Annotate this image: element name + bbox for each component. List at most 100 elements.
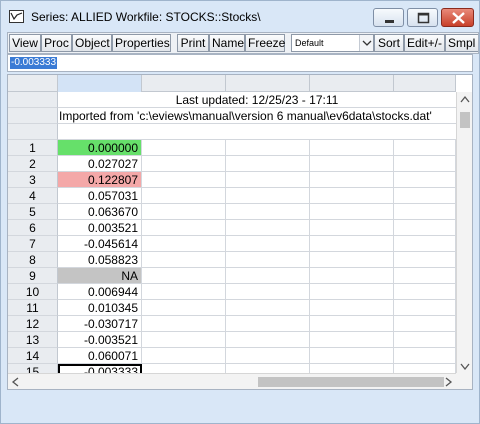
empty-cell[interactable] — [394, 156, 456, 172]
empty-cell[interactable] — [226, 284, 310, 300]
series-value-cell[interactable]: 0.006944 — [58, 284, 142, 300]
empty-cell[interactable] — [142, 348, 226, 364]
empty-cell[interactable] — [226, 316, 310, 332]
scroll-left-icon[interactable] — [11, 377, 19, 387]
empty-cell[interactable] — [142, 188, 226, 204]
empty-cell[interactable] — [142, 236, 226, 252]
series-value-cell[interactable]: 0.060071 — [58, 348, 142, 364]
series-value-cell[interactable]: 0.010345 — [58, 300, 142, 316]
empty-cell[interactable] — [226, 172, 310, 188]
corner-header[interactable] — [8, 75, 58, 92]
row-number[interactable]: 1 — [8, 140, 58, 156]
empty-cell[interactable] — [142, 140, 226, 156]
series-value-cell[interactable]: 0.058823 — [58, 252, 142, 268]
empty-cell[interactable] — [142, 316, 226, 332]
empty-cell[interactable] — [142, 268, 226, 284]
sort-button[interactable]: Sort — [374, 34, 404, 52]
empty-cell[interactable] — [226, 236, 310, 252]
empty-cell[interactable] — [226, 300, 310, 316]
print-button[interactable]: Print — [177, 34, 209, 52]
properties-button[interactable]: Properties — [112, 34, 171, 52]
empty-cell[interactable] — [394, 284, 456, 300]
proc-button[interactable]: Proc — [41, 34, 72, 52]
empty-cell[interactable] — [142, 284, 226, 300]
scroll-down-icon[interactable] — [460, 362, 470, 370]
row-number[interactable]: 6 — [8, 220, 58, 236]
name-button[interactable]: Name — [209, 34, 245, 52]
freeze-button[interactable]: Freeze — [245, 34, 285, 52]
empty-cell[interactable] — [142, 252, 226, 268]
series-value-cell[interactable]: -0.003521 — [58, 332, 142, 348]
empty-cell[interactable] — [310, 252, 394, 268]
scroll-up-icon[interactable] — [460, 95, 470, 103]
row-number[interactable]: 3 — [8, 172, 58, 188]
column-header-series[interactable] — [58, 75, 142, 92]
spreadsheet-grid[interactable]: Last updated: 12/25/23 - 17:11 Imported … — [7, 74, 473, 390]
empty-cell[interactable] — [394, 188, 456, 204]
empty-cell[interactable] — [226, 188, 310, 204]
empty-cell[interactable] — [394, 348, 456, 364]
horizontal-scroll-thumb[interactable] — [258, 377, 444, 387]
close-button[interactable] — [441, 8, 474, 27]
series-value-cell[interactable]: -0.045614 — [58, 236, 142, 252]
empty-cell[interactable] — [142, 300, 226, 316]
empty-cell[interactable] — [394, 316, 456, 332]
cell-edit-value[interactable]: -0.003333 — [10, 57, 58, 69]
maximize-button[interactable] — [407, 8, 438, 27]
minimize-button[interactable] — [373, 8, 404, 27]
empty-cell[interactable] — [394, 204, 456, 220]
empty-cell[interactable] — [394, 172, 456, 188]
empty-cell[interactable] — [142, 332, 226, 348]
empty-cell[interactable] — [310, 140, 394, 156]
series-value-cell[interactable]: 0.057031 — [58, 188, 142, 204]
series-value-cell[interactable]: 0.063670 — [58, 204, 142, 220]
empty-cell[interactable] — [310, 188, 394, 204]
empty-cell[interactable] — [310, 156, 394, 172]
series-value-cell[interactable]: NA — [58, 268, 142, 284]
empty-cell[interactable] — [142, 220, 226, 236]
empty-cell[interactable] — [310, 236, 394, 252]
series-value-cell[interactable]: 0.003521 — [58, 220, 142, 236]
empty-cell[interactable] — [226, 156, 310, 172]
series-value-cell[interactable]: 0.000000 — [58, 140, 142, 156]
empty-cell[interactable] — [394, 332, 456, 348]
vertical-scrollbar[interactable] — [456, 92, 472, 373]
row-number[interactable]: 11 — [8, 300, 58, 316]
empty-cell[interactable] — [226, 268, 310, 284]
empty-cell[interactable] — [310, 268, 394, 284]
empty-cell[interactable] — [310, 348, 394, 364]
column-header[interactable] — [142, 75, 226, 92]
title-bar[interactable]: Series: ALLIED Workfile: STOCKS::Stocks\ — [1, 1, 479, 32]
scroll-right-icon[interactable] — [445, 377, 453, 387]
series-value-cell[interactable]: 0.122807 — [58, 172, 142, 188]
view-button[interactable]: View — [9, 34, 41, 52]
horizontal-scrollbar[interactable] — [8, 373, 456, 389]
empty-cell[interactable] — [310, 284, 394, 300]
empty-cell[interactable] — [226, 220, 310, 236]
empty-cell[interactable] — [310, 172, 394, 188]
row-number[interactable]: 13 — [8, 332, 58, 348]
empty-cell[interactable] — [310, 220, 394, 236]
empty-cell[interactable] — [226, 140, 310, 156]
vertical-scroll-thumb[interactable] — [460, 112, 470, 128]
series-value-cell[interactable]: -0.030717 — [58, 316, 142, 332]
object-button[interactable]: Object — [72, 34, 112, 52]
empty-cell[interactable] — [142, 156, 226, 172]
empty-cell[interactable] — [394, 300, 456, 316]
series-value-cell[interactable]: 0.027027 — [58, 156, 142, 172]
empty-cell[interactable] — [394, 140, 456, 156]
row-number[interactable]: 8 — [8, 252, 58, 268]
format-select[interactable]: Default — [291, 34, 374, 52]
empty-cell[interactable] — [310, 204, 394, 220]
row-number[interactable]: 10 — [8, 284, 58, 300]
empty-cell[interactable] — [142, 172, 226, 188]
edit-toggle-button[interactable]: Edit+/- — [404, 34, 445, 52]
row-number[interactable]: 14 — [8, 348, 58, 364]
row-number[interactable]: 7 — [8, 236, 58, 252]
cell-edit-field[interactable]: -0.003333 — [7, 54, 473, 72]
row-number[interactable]: 12 — [8, 316, 58, 332]
column-header[interactable] — [226, 75, 310, 92]
empty-cell[interactable] — [310, 300, 394, 316]
empty-cell[interactable] — [226, 252, 310, 268]
empty-cell[interactable] — [394, 236, 456, 252]
